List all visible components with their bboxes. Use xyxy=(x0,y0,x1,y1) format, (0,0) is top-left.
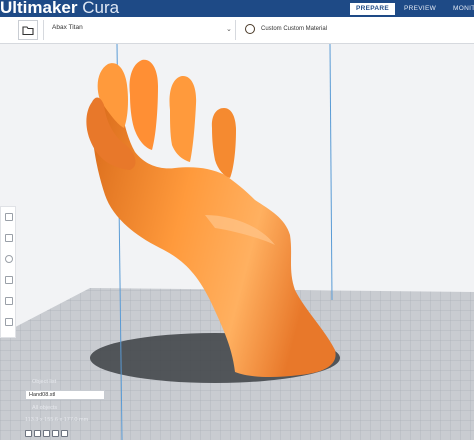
app-title-light: Cura xyxy=(82,0,120,17)
app-header: Ultimaker Cura PREPARE PREVIEW MONITOR xyxy=(0,0,474,17)
printer-name: Abax Titan xyxy=(52,24,83,31)
object-name-field[interactable]: Hand08.stl xyxy=(25,390,105,400)
printer-selector[interactable]: Abax Titan ⌄ xyxy=(43,20,236,40)
view-3d-icon[interactable] xyxy=(25,430,32,437)
move-icon[interactable] xyxy=(5,213,13,221)
material-spool-icon xyxy=(245,24,255,34)
scale-icon[interactable] xyxy=(5,234,13,242)
chevron-down-icon: ⌄ xyxy=(226,26,232,33)
material-selector[interactable]: Custom Custom Material xyxy=(261,26,327,32)
app-title-bold: Ultimaker xyxy=(0,0,78,17)
view-top-icon[interactable] xyxy=(43,430,50,437)
view-right-icon[interactable] xyxy=(61,430,68,437)
folder-icon xyxy=(22,26,34,36)
object-list-label[interactable]: Object list xyxy=(32,379,56,385)
view-front-icon[interactable] xyxy=(34,430,41,437)
open-file-button[interactable] xyxy=(18,20,38,40)
build-volume-edge xyxy=(329,44,333,301)
view-left-icon[interactable] xyxy=(52,430,59,437)
per-model-settings-icon[interactable] xyxy=(5,297,13,305)
object-group-label: All objects xyxy=(32,405,58,411)
tool-panel xyxy=(0,206,16,338)
tab-preview[interactable]: PREVIEW xyxy=(395,3,445,15)
view-buttons xyxy=(25,430,68,437)
rotate-icon[interactable] xyxy=(5,255,13,263)
tab-prepare[interactable]: PREPARE xyxy=(350,3,395,15)
mirror-icon[interactable] xyxy=(5,276,13,284)
tab-monitor[interactable]: MONITOR xyxy=(445,3,474,15)
support-blocker-icon[interactable] xyxy=(5,318,13,326)
object-dimensions: 113.3 x 155.6 x 177.0 mm xyxy=(25,417,89,423)
stage-tabs: PREPARE PREVIEW MONITOR xyxy=(350,3,474,15)
